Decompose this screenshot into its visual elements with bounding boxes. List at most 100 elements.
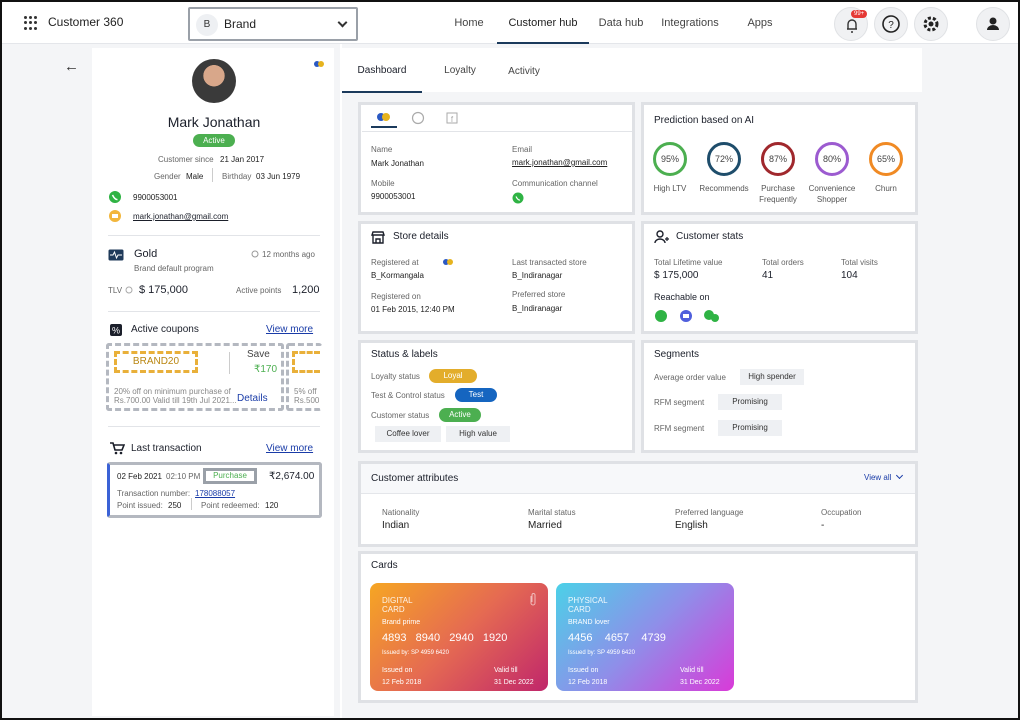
- transaction-number-label: Transaction number:: [117, 489, 191, 498]
- transaction-amount: ₹2,674.00: [269, 471, 315, 482]
- coupon-next-description: 5% off: [294, 387, 317, 396]
- contact-email-link[interactable]: mark.jonathan@gmail.com: [512, 158, 607, 167]
- brand-channel-icon[interactable]: [374, 110, 394, 124]
- points-issued-value: 250: [168, 501, 182, 510]
- attribute-label: Occupation: [821, 508, 862, 517]
- name-value: Mark Jonathan: [371, 159, 424, 168]
- prediction-label: High LTV: [653, 184, 687, 193]
- rfm-tag-1: Promising: [718, 394, 782, 410]
- tab-dashboard[interactable]: Dashboard: [342, 48, 422, 93]
- back-arrow-icon[interactable]: ←: [64, 58, 79, 75]
- customer-name: Mark Jonathan: [167, 114, 261, 130]
- physical-card[interactable]: PHYSICAL CARD BRAND lover 4456 4657 4739…: [556, 583, 734, 691]
- transaction-view-more[interactable]: View more: [266, 443, 313, 454]
- rfm-label-1: RFM segment: [654, 398, 705, 407]
- gender-label: Gender: [154, 172, 181, 181]
- tab-loyalty[interactable]: Loyalty: [438, 48, 482, 92]
- separator: [108, 311, 320, 312]
- orders-label: Total orders: [762, 258, 804, 267]
- prediction-label: Convenience Shopper: [808, 184, 856, 204]
- coupon-save-value: ₹170: [254, 364, 278, 375]
- loyalty-status-badge: Loyal: [429, 369, 477, 383]
- card-issued-date: 12 Feb 2018: [382, 679, 422, 686]
- avatar: [192, 59, 236, 103]
- points-issued-label: Point issued:: [117, 501, 163, 510]
- points-redeemed-label: Point redeemed:: [201, 501, 260, 510]
- tab-activity[interactable]: Activity: [502, 48, 546, 92]
- loyalty-card-icon: [108, 249, 124, 261]
- program-name: Brand default program: [134, 264, 214, 273]
- customer-since-label: Customer since: [158, 155, 214, 164]
- email-label: Email: [512, 145, 533, 154]
- coupon-next-validity: Rs.500: [294, 396, 320, 405]
- label-tag: Coffee lover: [375, 426, 441, 442]
- separator: [362, 131, 632, 132]
- registered-on-value: 01 Feb 2015, 12:40 PM: [371, 305, 455, 314]
- whatsapp-icon: [512, 192, 524, 204]
- active-channel-underline: [371, 126, 397, 128]
- coupon-code: BRAND20: [114, 351, 198, 373]
- digital-card[interactable]: DIGITAL CARD Brand prime 4893 8940 2940 …: [370, 583, 548, 691]
- brand-logo-icon: [314, 61, 324, 67]
- prediction-ring: 65%: [869, 142, 903, 176]
- tab-bar: Dashboard Loyalty Activity: [342, 48, 922, 93]
- nav-customer-hub[interactable]: Customer hub: [497, 2, 589, 44]
- whatsapp-icon[interactable]: [411, 111, 425, 125]
- status-title: Status & labels: [371, 349, 438, 360]
- prediction-ring: 72%: [707, 142, 741, 176]
- aov-label: Average order value: [654, 373, 726, 382]
- registered-at-label: Registered at: [371, 258, 419, 267]
- user-icon: [987, 17, 999, 30]
- test-control-label: Test & Control status: [371, 391, 445, 400]
- coupon-validity: Rs.700.00 Valid till 19th Jul 2021...: [114, 396, 236, 405]
- coupon-save-label: Save: [247, 349, 270, 360]
- transaction-number-link[interactable]: 178088057: [195, 489, 235, 498]
- nav-integrations[interactable]: Integrations: [657, 2, 723, 44]
- gender-value: Male: [186, 172, 204, 181]
- tier-name: Gold: [134, 248, 158, 260]
- ltv-value: $ 175,000: [654, 270, 699, 281]
- help-button[interactable]: ?: [874, 7, 908, 41]
- customer-status-label: Customer status: [371, 411, 430, 420]
- registered-at-value: B_Kormangala: [371, 271, 424, 280]
- profile-button[interactable]: [976, 7, 1010, 41]
- card-valid-date: 31 Dec 2022: [680, 679, 720, 686]
- help-icon: ?: [882, 15, 900, 33]
- coupon-code-next: [292, 351, 320, 373]
- label-tag: High value: [446, 426, 510, 442]
- mobile-value: 9900053001: [371, 192, 416, 201]
- coupons-view-more[interactable]: View more: [266, 324, 313, 335]
- coupon-details-link[interactable]: Details: [237, 393, 268, 404]
- reachable-label: Reachable on: [654, 292, 710, 302]
- view-all-link[interactable]: View all: [864, 473, 891, 482]
- prediction-label: Churn: [875, 184, 897, 193]
- wechat-icon: [704, 310, 719, 322]
- card-valid-date: 31 Dec 2022: [494, 679, 534, 686]
- rfm-label-2: RFM segment: [654, 424, 705, 433]
- divider: [191, 498, 192, 510]
- tlv-label: TLV: [108, 286, 123, 295]
- registered-on-label: Registered on: [371, 292, 421, 301]
- facebook-icon[interactable]: f: [446, 112, 458, 124]
- settings-button[interactable]: [914, 7, 948, 41]
- notifications-button[interactable]: 99+: [834, 7, 868, 41]
- svg-text:?: ?: [888, 20, 894, 31]
- points-redeemed-value: 120: [265, 501, 279, 510]
- card-issuer: Issued by: SP 4959 6420: [382, 650, 449, 656]
- attributes-title: Customer attributes: [371, 473, 459, 484]
- brand-select[interactable]: B Brand: [188, 7, 358, 41]
- nav-data-hub[interactable]: Data hub: [595, 2, 647, 44]
- nav-apps[interactable]: Apps: [742, 2, 778, 44]
- email-link[interactable]: mark.jonathan@gmail.com: [133, 212, 228, 221]
- nav-home[interactable]: Home: [448, 2, 490, 44]
- coupon-description: 20% off on minimum purchase of: [114, 387, 231, 396]
- preferred-store-label: Preferred store: [512, 290, 566, 299]
- attribute-label: Marital status: [528, 508, 576, 517]
- attribute-label: Nationality: [382, 508, 420, 517]
- divider: [212, 168, 213, 182]
- clock-icon: [251, 250, 259, 258]
- ltv-label: Total Lifetime value: [654, 258, 723, 267]
- divider: [229, 352, 230, 374]
- apps-grid-icon[interactable]: [24, 16, 38, 30]
- prediction-label: Purchase Frequently: [759, 184, 797, 204]
